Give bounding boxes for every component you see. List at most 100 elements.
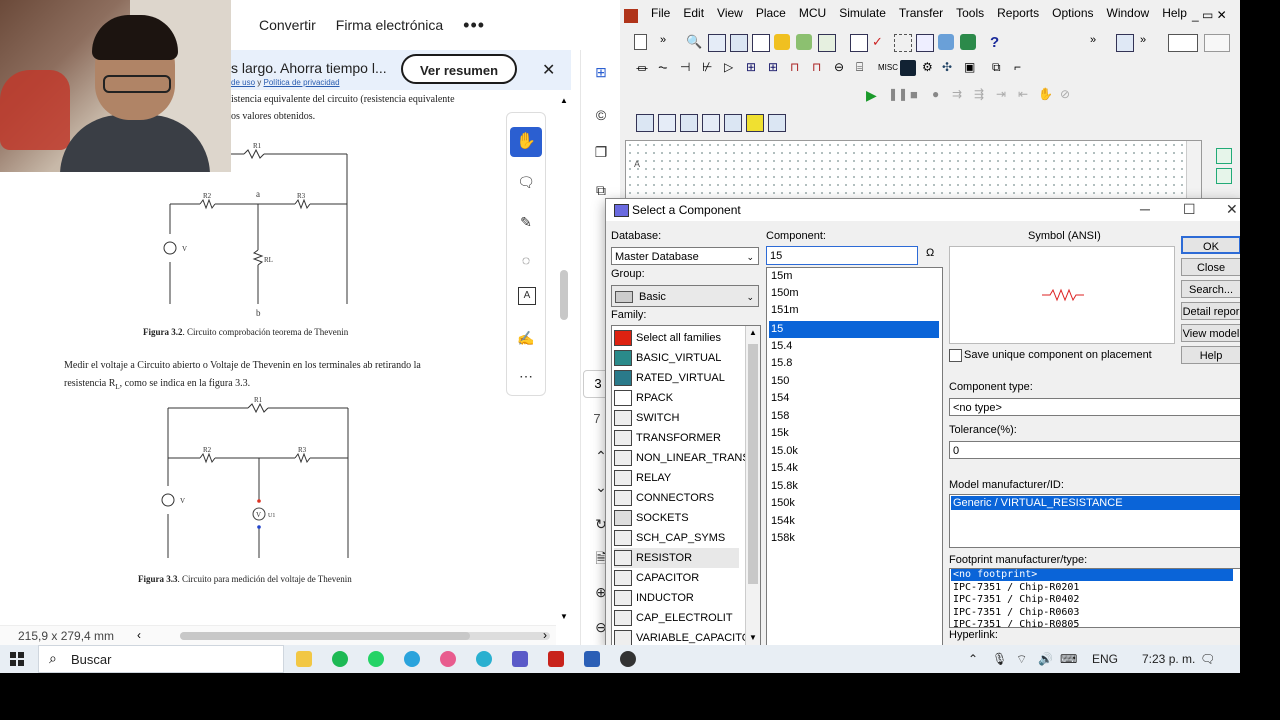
tab-convertir[interactable]: Convertir	[259, 17, 316, 33]
hierarchical-block-icon[interactable]: ⧉	[992, 60, 1008, 76]
family-item-sch-cap-syms[interactable]: SCH_CAP_SYMS	[614, 528, 725, 548]
telegram-icon[interactable]	[404, 651, 420, 667]
toolbar-overflow-icon[interactable]: »	[660, 34, 676, 50]
acrobat-icon[interactable]	[548, 651, 564, 667]
copyright-icon[interactable]: ©	[589, 103, 613, 127]
component-item[interactable]: 154k	[769, 513, 939, 530]
menu-edit[interactable]: Edit	[683, 6, 704, 26]
notifications-icon[interactable]: 🗨	[1200, 652, 1215, 666]
help-icon[interactable]: ?	[990, 34, 1006, 51]
instrument-icon-1[interactable]	[636, 114, 654, 132]
text-box-icon[interactable]: A	[518, 287, 536, 305]
close-icon[interactable]: ✕	[1226, 201, 1238, 218]
step-into-icon[interactable]: ⇶	[974, 87, 990, 103]
word-icon[interactable]	[584, 651, 600, 667]
toolbar-overflow-icon-3[interactable]: »	[1140, 34, 1156, 50]
scrollbar-thumb[interactable]	[560, 270, 568, 320]
pen-icon[interactable]: ✎	[515, 211, 537, 233]
family-item-resistor[interactable]: RESISTOR	[614, 548, 739, 568]
transistor-icon[interactable]: ⊬	[702, 60, 718, 76]
family-item-sockets[interactable]: SOCKETS	[614, 508, 689, 528]
instrument-icon-3[interactable]	[680, 114, 698, 132]
keyboard-icon[interactable]: ⌨	[1060, 652, 1077, 666]
ver-resumen-button[interactable]: Ver resumen	[401, 54, 517, 84]
obs-icon[interactable]	[620, 651, 636, 667]
breakpoint-icon[interactable]: ✋	[1038, 87, 1054, 103]
step-over-icon[interactable]: ⇥	[996, 87, 1012, 103]
rf-icon[interactable]: ⚙	[922, 60, 938, 76]
component-item[interactable]: 150k	[769, 495, 939, 512]
opera-icon[interactable]	[440, 651, 456, 667]
vertical-scrollbar[interactable]: ▲ ▼	[556, 90, 572, 630]
footprint-item[interactable]: IPC-7351 / Chip-R0805	[953, 619, 1079, 627]
bookmark-icon[interactable]: ❐	[589, 140, 613, 164]
minimize-icon[interactable]: ─	[1140, 201, 1150, 217]
step-out-icon[interactable]: ⇤	[1018, 87, 1034, 103]
advanced-peripherals-icon[interactable]	[900, 60, 916, 76]
component-item[interactable]: 150	[769, 373, 939, 390]
design-toolbox-icon[interactable]	[1116, 34, 1134, 52]
close-button[interactable]: Close	[1181, 258, 1241, 276]
menu-tools[interactable]: Tools	[956, 6, 984, 26]
instrument-icon-2[interactable]	[658, 114, 676, 132]
component-item[interactable]: 151m	[769, 302, 939, 319]
postprocessor-icon[interactable]	[730, 34, 748, 52]
family-item-relay[interactable]: RELAY	[614, 468, 671, 488]
select-region-icon[interactable]	[894, 34, 912, 52]
cmos-icon[interactable]: ⊞	[768, 60, 784, 76]
menu-options[interactable]: Options	[1052, 6, 1093, 26]
family-item-non-linear-transformer[interactable]: NON_LINEAR_TRANSF	[614, 448, 756, 468]
menu-mcu[interactable]: MCU	[799, 6, 826, 26]
comment-icon[interactable]: 🗨	[515, 171, 537, 193]
menu-file[interactable]: File	[651, 6, 670, 26]
remove-breakpoints-icon[interactable]: ⊘	[1060, 87, 1076, 103]
bus-icon[interactable]: ⌐	[1014, 60, 1030, 76]
resistor-icon[interactable]: ⏦	[658, 60, 674, 76]
spreadsheet-icon[interactable]	[752, 34, 770, 52]
search-button[interactable]: Search...	[1181, 280, 1241, 298]
horizontal-scroll-thumb[interactable]	[180, 632, 470, 640]
misc-digital-icon[interactable]: ⊓	[790, 60, 806, 76]
family-item-switch[interactable]: SWITCH	[614, 408, 679, 428]
component-search-input[interactable]: 15	[766, 246, 918, 265]
model-list[interactable]: Generic / VIRTUAL_RESISTANCE	[949, 494, 1243, 548]
ttl-icon[interactable]: ⊞	[746, 60, 762, 76]
misc-icon[interactable]: MISC	[878, 60, 898, 76]
family-list[interactable]: Select all families BASIC_VIRTUAL RATED_…	[611, 325, 761, 647]
component-item[interactable]: 15.0k	[769, 443, 939, 460]
family-item-connectors[interactable]: CONNECTORS	[614, 488, 714, 508]
family-item-transformer[interactable]: TRANSFORMER	[614, 428, 721, 448]
component-item[interactable]: 15.8k	[769, 478, 939, 495]
edge-icon[interactable]	[476, 651, 492, 667]
chevron-up-icon[interactable]: ⌃	[968, 652, 978, 666]
toolbar-overflow-icon-2[interactable]: »	[1090, 34, 1106, 50]
ok-button[interactable]: OK	[1181, 236, 1241, 254]
layout-icon[interactable]	[1204, 34, 1230, 52]
component-item[interactable]: 150m	[769, 285, 939, 302]
family-item-rpack[interactable]: RPACK	[614, 388, 673, 408]
pause-icon[interactable]: ❚❚	[888, 87, 908, 103]
power-icon[interactable]: ⌸	[856, 60, 872, 76]
family-list-scrollbar[interactable]: ▲ ▼	[745, 326, 760, 646]
instrument-icon-5[interactable]	[724, 114, 742, 132]
window-controls[interactable]: _ ▭ ✕	[1192, 8, 1227, 22]
instrument-icon-4[interactable]	[702, 114, 720, 132]
forward-annotate-icon[interactable]	[960, 34, 976, 50]
file-explorer-icon[interactable]	[296, 651, 312, 667]
save-unique-checkbox[interactable]	[949, 349, 962, 362]
component-item[interactable]: 158k	[769, 530, 939, 547]
family-item-cap-electrolit[interactable]: CAP_ELECTROLIT	[614, 608, 733, 628]
tolerance-select[interactable]: 0	[949, 441, 1241, 459]
spotify-icon[interactable]	[332, 651, 348, 667]
close-icon[interactable]: ✕	[542, 60, 555, 80]
family-item-rated-virtual[interactable]: RATED_VIRTUAL	[614, 368, 725, 388]
family-item-basic-virtual[interactable]: BASIC_VIRTUAL	[614, 348, 721, 368]
instrument-icon-7[interactable]	[768, 114, 786, 132]
more-tools-icon[interactable]: ⋯	[515, 365, 537, 387]
component-item[interactable]: 15.4k	[769, 460, 939, 477]
taskbar-search[interactable]: ⌕ Buscar	[38, 645, 284, 673]
model-item-selected[interactable]: Generic / VIRTUAL_RESISTANCE	[951, 496, 1242, 510]
electromechanical-icon[interactable]: ✣	[942, 60, 958, 76]
scroll-down-icon[interactable]: ▼	[560, 612, 568, 621]
grapher-icon[interactable]	[708, 34, 726, 52]
